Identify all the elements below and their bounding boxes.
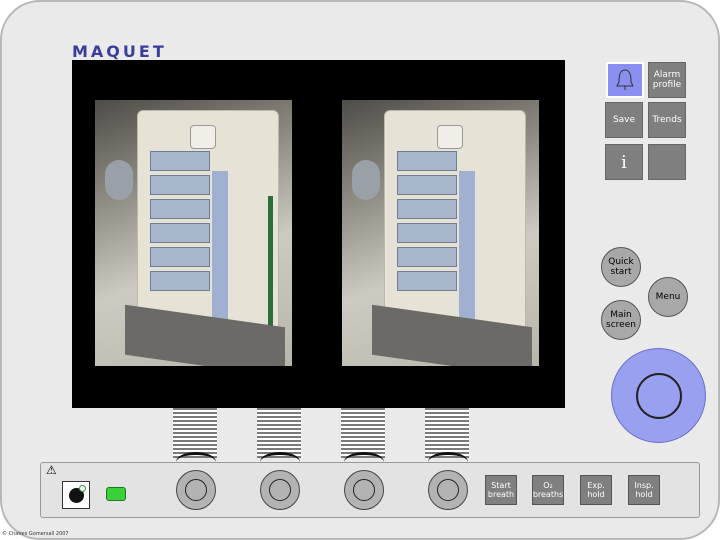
brand-logo: MAQUET (72, 42, 167, 61)
mains-plug-icon (106, 487, 126, 501)
photo-left (95, 100, 292, 366)
rotary-knob-1[interactable] (176, 470, 216, 510)
info-button[interactable]: i (605, 144, 643, 180)
o2-breaths-button[interactable]: O₂ breaths (532, 475, 564, 505)
rotary-knob-4[interactable] (428, 470, 468, 510)
save-button[interactable]: Save (605, 102, 643, 138)
knob-stripes-4 (425, 408, 469, 458)
knob-arc-4 (428, 452, 468, 472)
alarm-profile-button[interactable]: Alarm profile (648, 62, 686, 98)
main-screen-button[interactable]: Main screen (601, 300, 641, 340)
dial-center (636, 373, 682, 419)
copyright-text: © Chalres Gomersall 2007 (2, 531, 69, 537)
knob-stripes-2 (257, 408, 301, 458)
power-button[interactable] (62, 481, 90, 509)
warning-icon: ⚠ (46, 463, 57, 477)
alarm-bell-button[interactable] (606, 62, 644, 98)
blank-button[interactable] (648, 144, 686, 180)
power-status-dot (79, 485, 86, 492)
knob-arc-3 (344, 452, 384, 472)
knob-stripes-3 (341, 408, 385, 458)
knob-stripes-1 (173, 408, 217, 458)
insp-hold-button[interactable]: Insp. hold (628, 475, 660, 505)
photo-right (342, 100, 539, 366)
rotary-knob-3[interactable] (344, 470, 384, 510)
main-display (72, 60, 565, 408)
bell-icon (616, 69, 634, 90)
quick-start-button[interactable]: Quick start (601, 247, 641, 287)
knob-arc-1 (176, 452, 216, 472)
main-rotary-dial[interactable] (611, 348, 706, 443)
knob-arc-2 (260, 452, 300, 472)
start-breath-button[interactable]: Start breath (485, 475, 517, 505)
trends-button[interactable]: Trends (648, 102, 686, 138)
menu-button[interactable]: Menu (648, 277, 688, 317)
rotary-knob-2[interactable] (260, 470, 300, 510)
exp-hold-button[interactable]: Exp. hold (580, 475, 612, 505)
